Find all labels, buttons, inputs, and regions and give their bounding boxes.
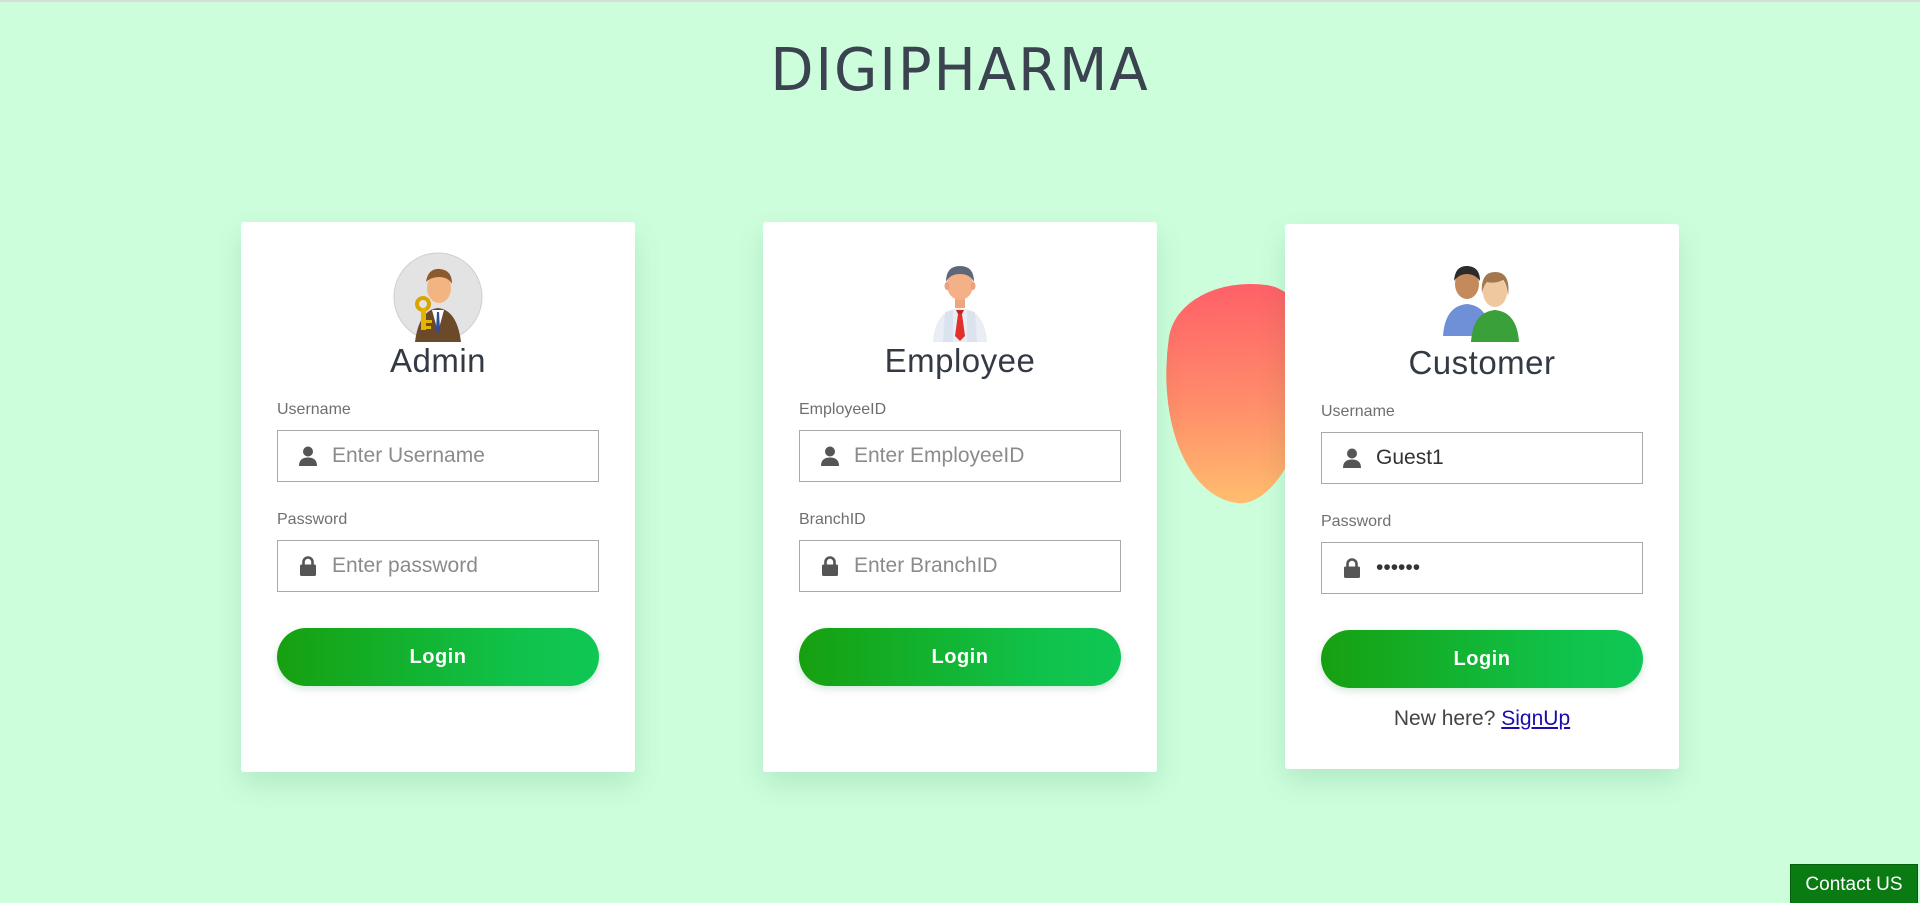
customer-avatar-icon (1443, 265, 1519, 342)
admin-login-button[interactable]: Login (277, 628, 599, 686)
admin-password-input[interactable] (332, 554, 582, 578)
signup-prompt: New here? SignUp (1285, 707, 1679, 731)
branch-id-field[interactable] (799, 540, 1121, 592)
admin-avatar-icon (393, 252, 483, 342)
admin-username-field[interactable] (277, 430, 599, 482)
customer-username-input[interactable] (1376, 446, 1626, 470)
password-label: Password (1321, 513, 1392, 530)
card-title: Customer (1408, 344, 1556, 381)
employee-login-button[interactable]: Login (799, 628, 1121, 686)
branch-id-input[interactable] (854, 554, 1104, 578)
card-title: Admin (389, 342, 487, 379)
signup-prompt-text: New here? (1393, 707, 1496, 730)
customer-login-button[interactable]: Login (1321, 630, 1643, 688)
lock-icon (298, 556, 318, 576)
admin-login-card: Admin Username Password Login (241, 222, 635, 772)
employee-login-card: Employee EmployeeID BranchID Login (763, 222, 1157, 772)
employee-id-field[interactable] (799, 430, 1121, 482)
customer-login-card: Customer Username Password Login New her… (1285, 224, 1679, 769)
employee-id-input[interactable] (854, 444, 1104, 468)
username-label: Username (1321, 403, 1395, 420)
user-icon (1342, 448, 1362, 468)
card-title: Employee (884, 342, 1036, 379)
branchid-label: BranchID (799, 511, 866, 528)
employee-avatar-icon (933, 266, 987, 342)
customer-password-field[interactable] (1321, 542, 1643, 594)
user-icon (298, 446, 318, 466)
password-label: Password (277, 511, 348, 528)
admin-username-input[interactable] (332, 444, 582, 468)
lock-icon (820, 556, 840, 576)
username-label: Username (277, 401, 351, 418)
contact-us-button[interactable]: Contact US (1790, 864, 1918, 903)
employeeid-label: EmployeeID (799, 401, 887, 418)
customer-password-input[interactable] (1376, 556, 1626, 580)
admin-password-field[interactable] (277, 540, 599, 592)
customer-username-field[interactable] (1321, 432, 1643, 484)
signup-link[interactable]: SignUp (1501, 707, 1570, 730)
lock-icon (1342, 558, 1362, 578)
site-title: DIGIPHARMA (770, 36, 1150, 105)
user-icon (820, 446, 840, 466)
